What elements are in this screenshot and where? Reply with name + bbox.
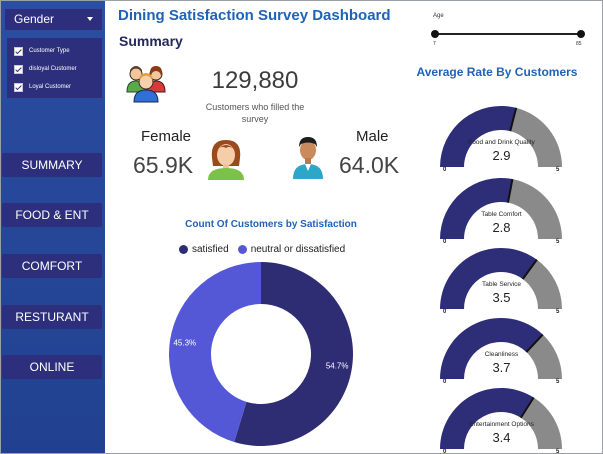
nav-summary-button[interactable]: SUMMARY [2, 153, 102, 177]
legend-item-neutral-or-dissatisfied[interactable]: neutral or dissatisfied [237, 244, 346, 255]
gauge-entertainment-options[interactable]: Entertainment Options 3.4 0 5 [434, 383, 569, 454]
gauge-value: 3.5 [492, 290, 511, 305]
gauge-max-label: 5 [556, 449, 560, 454]
checkbox-customer-type[interactable]: Customer Type [7, 42, 102, 60]
checkbox-loyal-customer[interactable]: Loyal Customer [7, 78, 102, 96]
age-slider-min-handle[interactable] [431, 30, 439, 38]
gauge-value: 2.9 [492, 148, 511, 163]
legend-label: neutral or dissatisfied [250, 244, 346, 255]
age-slider-track[interactable] [435, 33, 581, 35]
nav-food-ent-button[interactable]: FOOD & ENT [2, 203, 102, 227]
gauge-label: Food and Drink Quality [468, 139, 535, 146]
group-people-icon [125, 62, 167, 109]
legend-marker [179, 245, 188, 254]
gauge-label: Table Service [481, 281, 522, 288]
gauge-panel-title: Average Rate By Customers [416, 65, 578, 79]
chevron-down-icon [87, 17, 93, 21]
gender-dropdown[interactable]: Gender [5, 9, 102, 30]
gauge-value: 3.4 [492, 430, 511, 445]
nav-resturant-button[interactable]: RESTURANT [2, 305, 102, 329]
section-title: Summary [119, 33, 183, 49]
age-slicer-label: Age [433, 13, 444, 19]
gender-dropdown-label: Gender [14, 12, 55, 26]
female-value: 65.9K [133, 152, 194, 178]
checkbox-label: disloyal Customer [29, 66, 77, 72]
legend-item-satisfied[interactable]: satisfied [179, 244, 229, 255]
total-customers-value: 129,880 [211, 67, 299, 94]
legend-marker [237, 245, 247, 254]
gauge-table-service[interactable]: Table Service 3.5 0 5 [434, 243, 569, 323]
checkbox-disloyal-customer[interactable]: disloyal Customer [7, 60, 102, 78]
gauge-label: Entertainment Options [469, 421, 534, 428]
gauge-food-and-drink-quality[interactable]: Food and Drink Quality 2.9 0 5 [434, 101, 569, 181]
male-value: 64.0K [339, 152, 400, 178]
age-slider-max-handle[interactable] [577, 30, 585, 38]
female-avatar-icon [206, 136, 246, 185]
total-customers-caption: Customers who filled the survey [205, 102, 305, 124]
checkbox-checked-icon[interactable] [14, 82, 23, 92]
female-label: Female [141, 128, 192, 145]
gauge-table-comfort[interactable]: Table Comfort 2.8 0 5 [434, 173, 569, 253]
checkbox-checked-icon[interactable] [14, 46, 23, 56]
gauge-value: 3.7 [492, 360, 511, 375]
donut-legend: satisfied neutral or dissatisfied [179, 244, 354, 255]
donut-chart-title: Count Of Customers by Satisfaction [185, 219, 357, 230]
donut-data-label: 45.3% [173, 339, 196, 348]
checkbox-label: Customer Type [29, 48, 70, 54]
age-min-label: 7 [433, 41, 436, 47]
age-slicer: Age 7 85 [429, 13, 589, 51]
legend-label: satisfied [192, 244, 229, 255]
checkbox-label: Loyal Customer [29, 84, 72, 90]
gauge-min-label: 0 [443, 449, 447, 454]
page-title: Dining Satisfaction Survey Dashboard [118, 7, 391, 24]
nav-comfort-button[interactable]: COMFORT [2, 254, 102, 278]
male-avatar-icon [291, 133, 325, 184]
sidebar: Gender Customer Type disloyal Customer L… [1, 1, 105, 453]
age-max-label: 85 [576, 41, 582, 47]
gauge-value: 2.8 [492, 220, 511, 235]
satisfaction-donut-chart: 54.7% 45.3% [168, 262, 353, 446]
donut-data-label: 54.7% [326, 361, 349, 370]
gauge-label: Cleanliness [484, 351, 519, 358]
customer-type-filter: Customer Type disloyal Customer Loyal Cu… [7, 38, 102, 98]
checkbox-checked-icon[interactable] [14, 64, 23, 74]
gauge-label: Table Comfort [481, 211, 522, 218]
male-label: Male [356, 128, 389, 145]
nav-online-button[interactable]: ONLINE [2, 355, 102, 379]
dashboard-frame: Gender Customer Type disloyal Customer L… [0, 0, 603, 454]
gauge-cleanliness[interactable]: Cleanliness 3.7 0 5 [434, 313, 569, 393]
